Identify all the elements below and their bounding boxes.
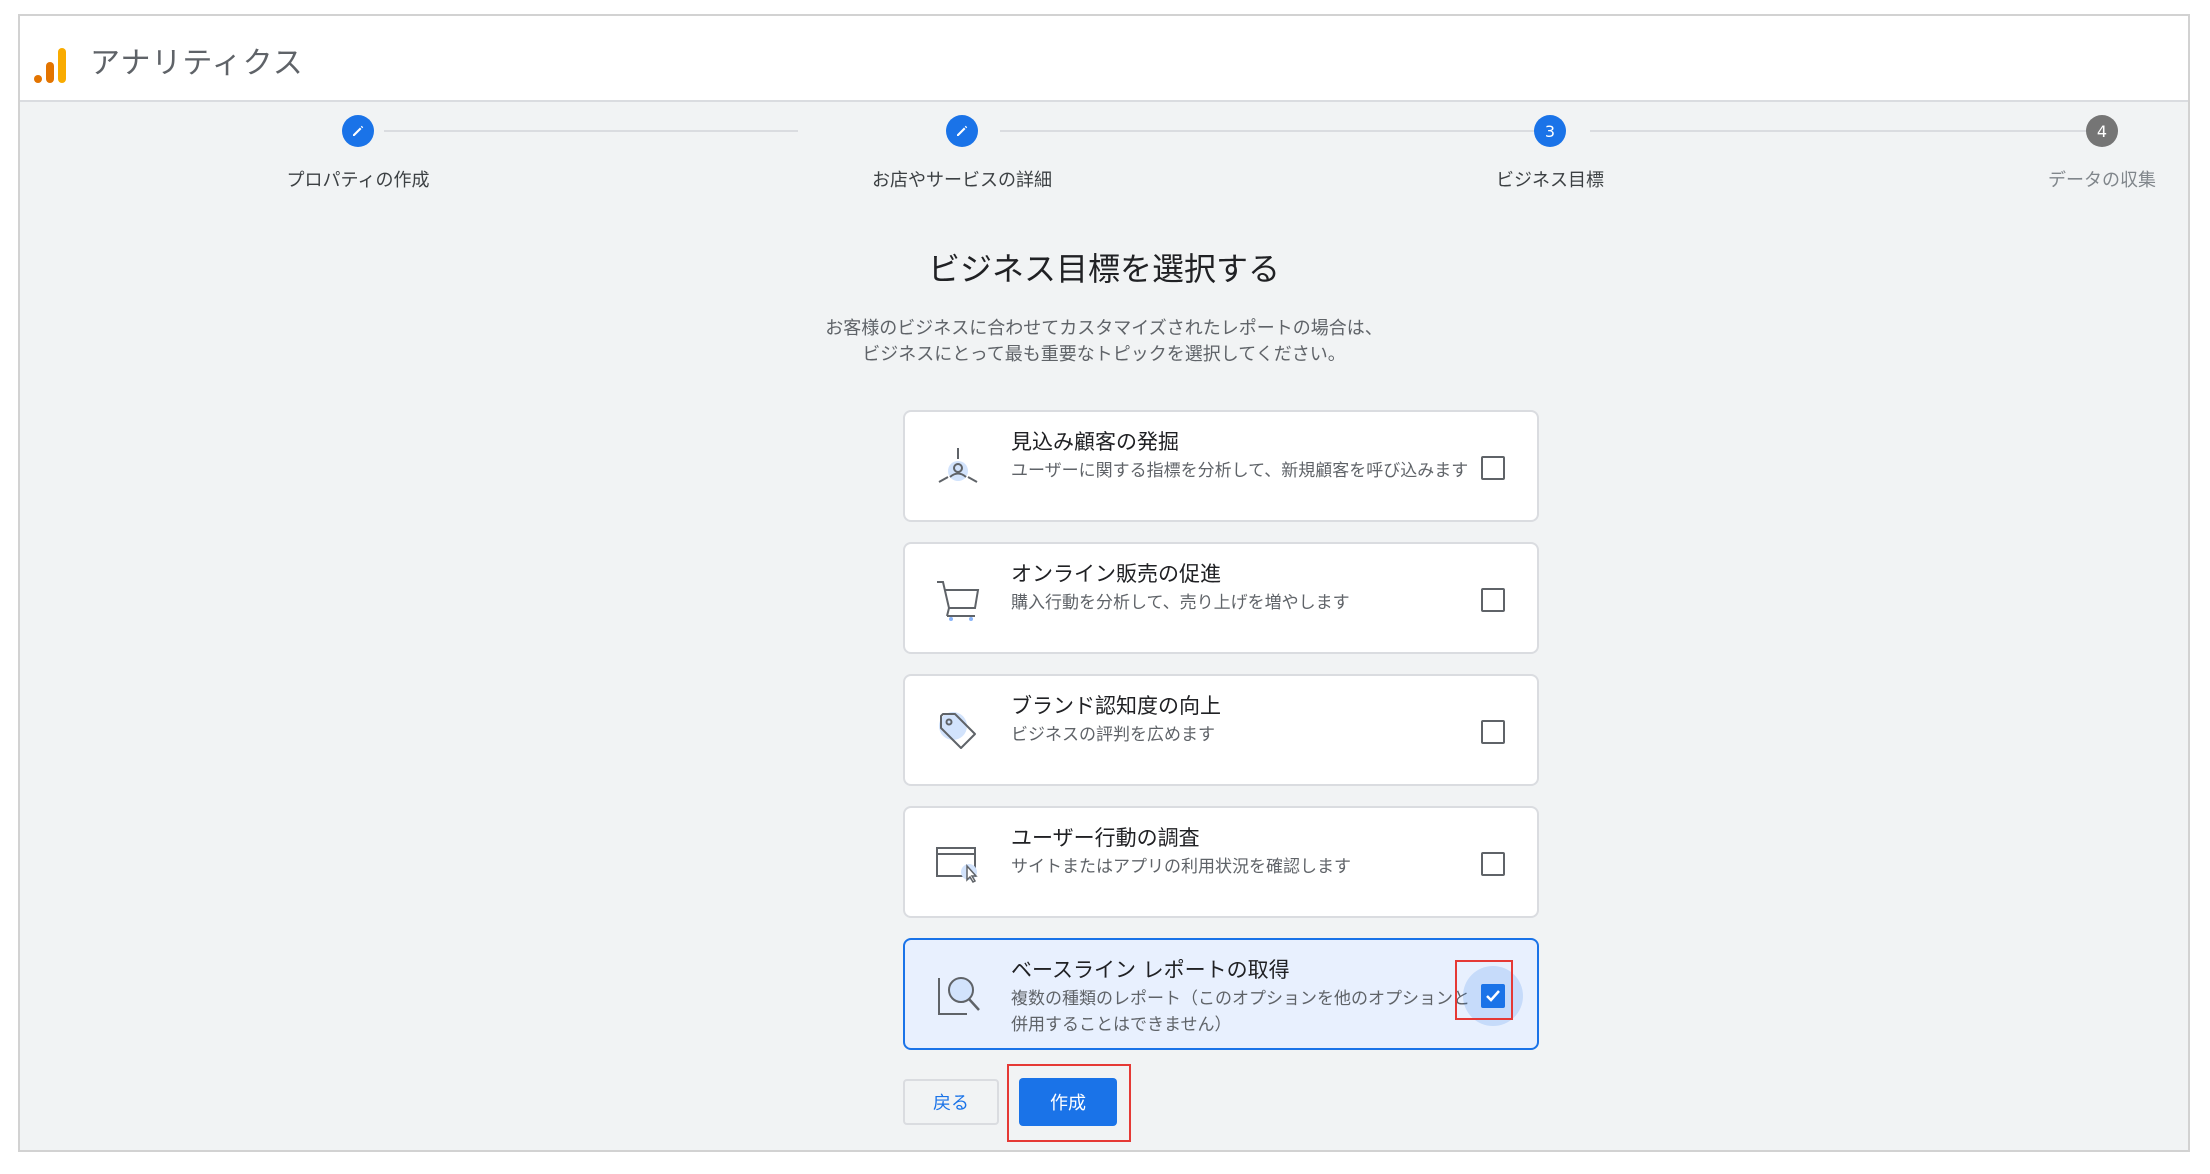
app-title: アナリティクス [90, 46, 304, 81]
step-4-marker: 4 [2086, 115, 2118, 147]
goal-title: ベースライン レポートの取得 [1011, 958, 1290, 982]
goal-description: 複数の種類のレポート（このオプションを他のオプションと併用することはできません） [1011, 989, 1470, 1035]
goal-title: ブランド認知度の向上 [1011, 694, 1221, 718]
goal-card-brand-awareness[interactable]: ブランド認知度の向上 ビジネスの評判を広めます [903, 674, 1539, 786]
description-line: ビジネスにとって最も重要なトピックを選択してください。 [862, 344, 1346, 365]
highlight-box [1455, 960, 1513, 1020]
lead-generation-icon [938, 448, 978, 483]
page-description: お客様のビジネスに合わせてカスタマイズされたレポートの場合は、 ビジネスにとって… [20, 316, 2188, 368]
edit-icon [353, 125, 364, 136]
highlight-box [1007, 1064, 1131, 1142]
app-window: アナリティクス プロパティの作成 お店やサービスの詳細 3 ビジネス目標 4 デ… [18, 14, 2190, 1152]
shopping-cart-icon [937, 581, 980, 621]
magnify-report-icon [938, 977, 980, 1015]
description-line: お客様のビジネスに合わせてカスタマイズされたレポートの場合は、 [825, 318, 1383, 339]
goal-description: ビジネスの評判を広めます [1011, 725, 1215, 745]
edit-icon [957, 125, 968, 136]
browser-cursor-icon [936, 847, 978, 883]
goal-card-online-sales[interactable]: オンライン販売の促進 購入行動を分析して、売り上げを増やします [903, 542, 1539, 654]
progress-stepper: プロパティの作成 お店やサービスの詳細 3 ビジネス目標 4 データの収集 [20, 100, 2188, 210]
goal-title: オンライン販売の促進 [1011, 562, 1221, 586]
page-title: ビジネス目標を選択する [927, 250, 1280, 288]
step-connector [384, 130, 798, 132]
analytics-logo-icon [34, 48, 66, 83]
step-1-edit-icon[interactable] [342, 115, 374, 147]
goal-description: サイトまたはアプリの利用状況を確認します [1011, 857, 1351, 877]
step-connector [1000, 130, 1552, 132]
goal-description: 購入行動を分析して、売り上げを増やします [1011, 593, 1350, 613]
step-1-label: プロパティの作成 [286, 170, 430, 191]
goal-card-baseline-reports[interactable]: ベースライン レポートの取得 複数の種類のレポート（このオプションを他のオプショ… [903, 938, 1539, 1050]
goal-checkbox[interactable] [1481, 720, 1505, 744]
goal-checkbox[interactable] [1481, 588, 1505, 612]
goal-title: ユーザー行動の調査 [1011, 826, 1200, 850]
goal-description: ユーザーに関する指標を分析して、新規顧客を呼び込みます [1011, 461, 1469, 481]
step-4-label: データの収集 [2048, 170, 2156, 191]
goal-card-lead-generation[interactable]: 見込み顧客の発掘 ユーザーに関する指標を分析して、新規顧客を呼び込みます [903, 410, 1539, 522]
tag-icon [939, 712, 976, 749]
step-3-marker: 3 [1534, 115, 1566, 147]
top-bar: アナリティクス [20, 16, 2188, 102]
back-button[interactable]: 戻る [903, 1079, 999, 1125]
goal-card-user-behavior[interactable]: ユーザー行動の調査 サイトまたはアプリの利用状況を確認します [903, 806, 1539, 918]
goal-checkbox[interactable] [1481, 456, 1505, 480]
step-connector [1590, 130, 2118, 132]
step-2-edit-icon[interactable] [946, 115, 978, 147]
goal-checkbox[interactable] [1481, 852, 1505, 876]
goal-title: 見込み顧客の発掘 [1011, 430, 1179, 454]
step-3-label: ビジネス目標 [1496, 170, 1604, 191]
step-2-label: お店やサービスの詳細 [872, 170, 1052, 191]
